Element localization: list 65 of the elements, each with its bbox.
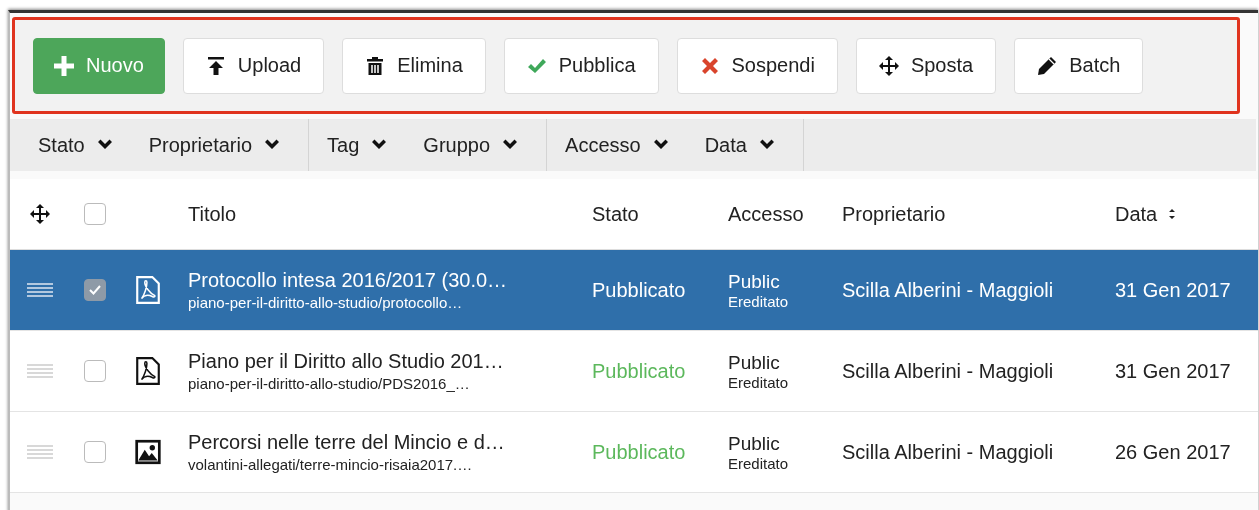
drag-handle-icon[interactable]	[25, 282, 55, 298]
filter-dropdown[interactable]: Gruppo	[405, 119, 537, 171]
column-header[interactable]: Data	[1115, 202, 1158, 226]
filter-dropdown[interactable]: Stato	[20, 119, 131, 171]
access-note: Ereditato	[728, 292, 790, 310]
column-header[interactable]: Proprietario	[842, 202, 946, 225]
file-path: volantini-allegati/terre-mincio-risaia2017.…	[188, 456, 474, 473]
date-text: 31 Gen 2017	[1115, 359, 1231, 382]
move-icon[interactable]	[30, 204, 50, 224]
file-title[interactable]: Percorsi nelle terre del Mincio e d…	[188, 431, 575, 454]
move-icon	[878, 55, 899, 76]
table-row[interactable]: Percorsi nelle terre del Mincio e d… volantini-allegati/terre-mincio-risaia2017.… Pubblicato Public Ereditato Scilla Alberini - Maggioli 26 Gen 2017	[10, 412, 1258, 493]
toolbar-button[interactable]: Sposta	[855, 37, 997, 94]
chevron-down-icon	[652, 139, 669, 151]
pdf-file-icon	[134, 357, 161, 385]
date-text: 31 Gen 2017	[1115, 278, 1231, 301]
chevron-down-icon	[96, 139, 113, 151]
drag-handle-icon[interactable]	[25, 363, 55, 379]
file-title[interactable]: Piano per il Diritto allo Studio 201…	[188, 350, 575, 373]
filter-dropdown[interactable]: Proprietario	[130, 119, 299, 171]
upload-icon	[205, 55, 226, 76]
checkbox[interactable]	[84, 279, 106, 301]
file-path: piano-per-il-diritto-allo-studio/PDS2016_…	[188, 375, 471, 392]
access-note: Ereditato	[728, 373, 790, 391]
pdf-file-icon	[134, 276, 161, 304]
access-label: Public	[728, 351, 781, 374]
filter-dropdown[interactable]: Tag	[309, 119, 406, 171]
owner-name: Scilla Alberini - Maggioli	[842, 359, 1054, 382]
toolbar-button[interactable]: Upload	[182, 37, 325, 94]
checkbox[interactable]	[84, 360, 106, 382]
check-icon	[88, 283, 102, 297]
table-row[interactable]: Protocollo intesa 2016/2017 (30.0… piano-per-il-diritto-allo-studio/protocollo… Pubblicato Public Ereditato Scilla Alberini - Maggioli 31 Gen 2017	[10, 250, 1258, 331]
checkbox[interactable]	[84, 441, 106, 463]
chevron-down-icon	[264, 139, 281, 151]
status-label: Pubblicato	[592, 278, 686, 301]
file-title[interactable]: Protocollo intesa 2016/2017 (30.0…	[188, 269, 575, 292]
file-path: piano-per-il-diritto-allo-studio/protocollo…	[188, 294, 464, 311]
status-label: Pubblicato	[592, 359, 686, 382]
table-row[interactable]: Piano per il Diritto allo Studio 201… piano-per-il-diritto-allo-studio/PDS2016_… Pubblicato Public Ereditato Scilla Alberini - Maggioli 31 Gen 2017	[10, 331, 1258, 412]
date-text: 26 Gen 2017	[1115, 440, 1231, 463]
owner-name: Scilla Alberini - Maggioli	[842, 278, 1054, 301]
filter-dropdown[interactable]: Accesso	[547, 119, 687, 171]
chevron-down-icon	[758, 139, 775, 151]
toolbar-button[interactable]: Elimina	[342, 37, 486, 94]
sort-icon[interactable]	[1167, 206, 1178, 222]
drag-handle-icon[interactable]	[25, 444, 55, 460]
access-note: Ereditato	[728, 454, 790, 472]
toolbar-button[interactable]: Sospendi	[676, 37, 838, 94]
image-file-icon	[134, 438, 161, 466]
chevron-down-icon	[371, 139, 388, 151]
column-header[interactable]: Stato	[592, 202, 639, 225]
column-header[interactable]: Accesso	[728, 202, 804, 225]
pencil-icon	[1037, 55, 1058, 76]
access-label: Public	[728, 270, 781, 293]
trash-icon	[365, 55, 386, 76]
plus-icon	[54, 55, 74, 76]
chevron-down-icon	[502, 139, 519, 151]
access-label: Public	[728, 432, 781, 455]
toolbar-button[interactable]: Pubblica	[503, 37, 659, 94]
status-label: Pubblicato	[592, 440, 686, 463]
toolbar-button[interactable]: Batch	[1014, 37, 1144, 94]
checkbox[interactable]	[84, 203, 106, 225]
filter-dropdown[interactable]: Data	[686, 119, 793, 171]
column-header[interactable]: Titolo	[188, 202, 237, 225]
owner-name: Scilla Alberini - Maggioli	[842, 440, 1054, 463]
